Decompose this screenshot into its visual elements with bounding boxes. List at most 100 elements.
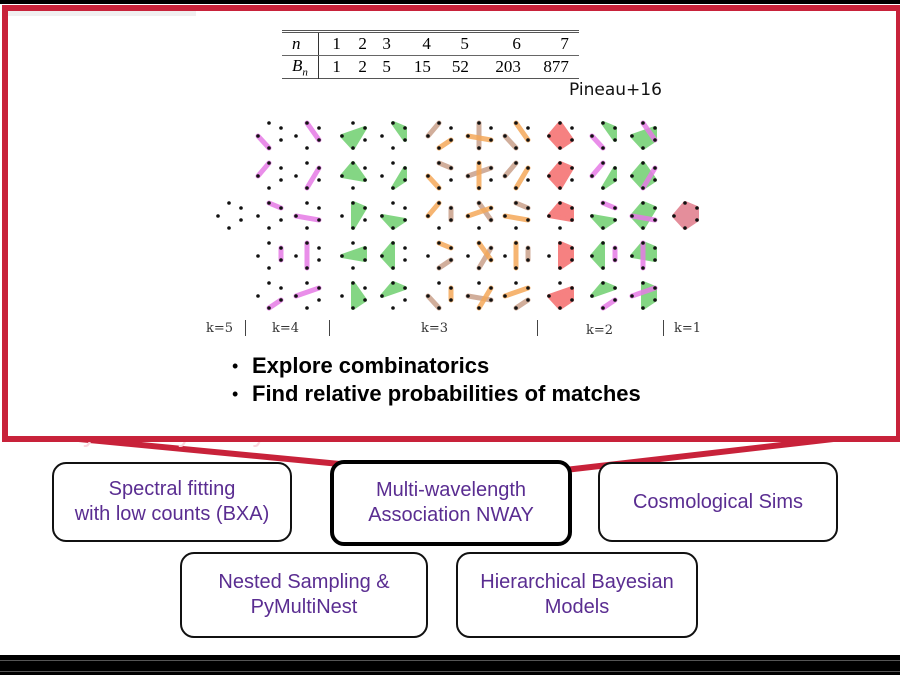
point (363, 138, 367, 142)
point (613, 258, 617, 262)
box-hierarchical-bayesian[interactable]: Hierarchical Bayesian Models (456, 552, 698, 638)
point (256, 174, 260, 178)
partition-block (513, 297, 531, 311)
partition-block (502, 285, 531, 299)
point (570, 206, 574, 210)
point (449, 258, 453, 262)
point (317, 178, 321, 182)
point (426, 214, 430, 218)
point (363, 298, 367, 302)
point (558, 201, 562, 205)
point (653, 126, 657, 130)
point (653, 286, 657, 290)
point (351, 186, 355, 190)
point (489, 298, 493, 302)
point (613, 166, 617, 170)
point (503, 254, 507, 258)
point (514, 161, 518, 165)
point (363, 126, 367, 130)
point (340, 134, 344, 138)
box-nested-sampling[interactable]: Nested Sampling & PyMultiNest (180, 552, 428, 638)
partition-block (340, 246, 367, 262)
point (403, 166, 407, 170)
point (526, 218, 530, 222)
point (653, 178, 657, 182)
point (570, 286, 574, 290)
point (683, 201, 687, 205)
partition-block (547, 286, 574, 310)
point (630, 254, 634, 258)
partition-block (304, 120, 322, 143)
point (437, 121, 441, 125)
point (590, 294, 594, 298)
point (489, 286, 493, 290)
box-spectral-fitting[interactable]: Spectral fitting with low counts (BXA) (52, 462, 292, 542)
partition-block (600, 200, 618, 211)
point (558, 306, 562, 310)
bottom-bar (0, 655, 900, 675)
point (305, 281, 309, 285)
partition-block (255, 160, 272, 179)
point (317, 138, 321, 142)
point (351, 121, 355, 125)
point (267, 201, 271, 205)
point (426, 174, 430, 178)
partition-block (340, 126, 367, 150)
point (403, 298, 407, 302)
point (267, 226, 271, 230)
box-cosmological-sims[interactable]: Cosmological Sims (598, 462, 838, 542)
point (449, 246, 453, 250)
point (391, 226, 395, 230)
point (391, 186, 395, 190)
point (317, 166, 321, 170)
point (267, 306, 271, 310)
point (351, 226, 355, 230)
point (590, 134, 594, 138)
partition-block (601, 121, 617, 142)
point (340, 294, 344, 298)
point (489, 166, 493, 170)
point (630, 294, 634, 298)
point (363, 286, 367, 290)
partition-block (436, 137, 454, 151)
partition-block (380, 281, 407, 298)
point (613, 206, 617, 210)
point (449, 286, 453, 290)
point (279, 246, 283, 250)
point (558, 121, 562, 125)
point (279, 298, 283, 302)
point (641, 201, 645, 205)
point (317, 246, 321, 250)
partition-block (425, 200, 442, 219)
point (437, 281, 441, 285)
partition-block (436, 160, 454, 171)
point (613, 126, 617, 130)
point (279, 206, 283, 210)
point (305, 241, 309, 245)
point (641, 226, 645, 230)
point (514, 186, 518, 190)
box-multi-wavelength-nway[interactable]: Multi-wavelength Association NWAY (330, 460, 572, 546)
point (267, 121, 271, 125)
point (449, 206, 453, 210)
point (477, 226, 481, 230)
partition-block (502, 213, 531, 223)
point (403, 138, 407, 142)
point (653, 166, 657, 170)
point (403, 246, 407, 250)
partition-block (513, 165, 531, 191)
point (558, 266, 562, 270)
point (514, 241, 518, 245)
point (613, 178, 617, 182)
point (558, 281, 562, 285)
point (426, 294, 430, 298)
point (570, 178, 574, 182)
point (267, 146, 271, 150)
point (239, 218, 243, 222)
point (489, 126, 493, 130)
partition-block (391, 166, 407, 190)
partition-block (513, 200, 531, 211)
point (514, 226, 518, 230)
partition-block (255, 133, 272, 151)
point (305, 226, 309, 230)
